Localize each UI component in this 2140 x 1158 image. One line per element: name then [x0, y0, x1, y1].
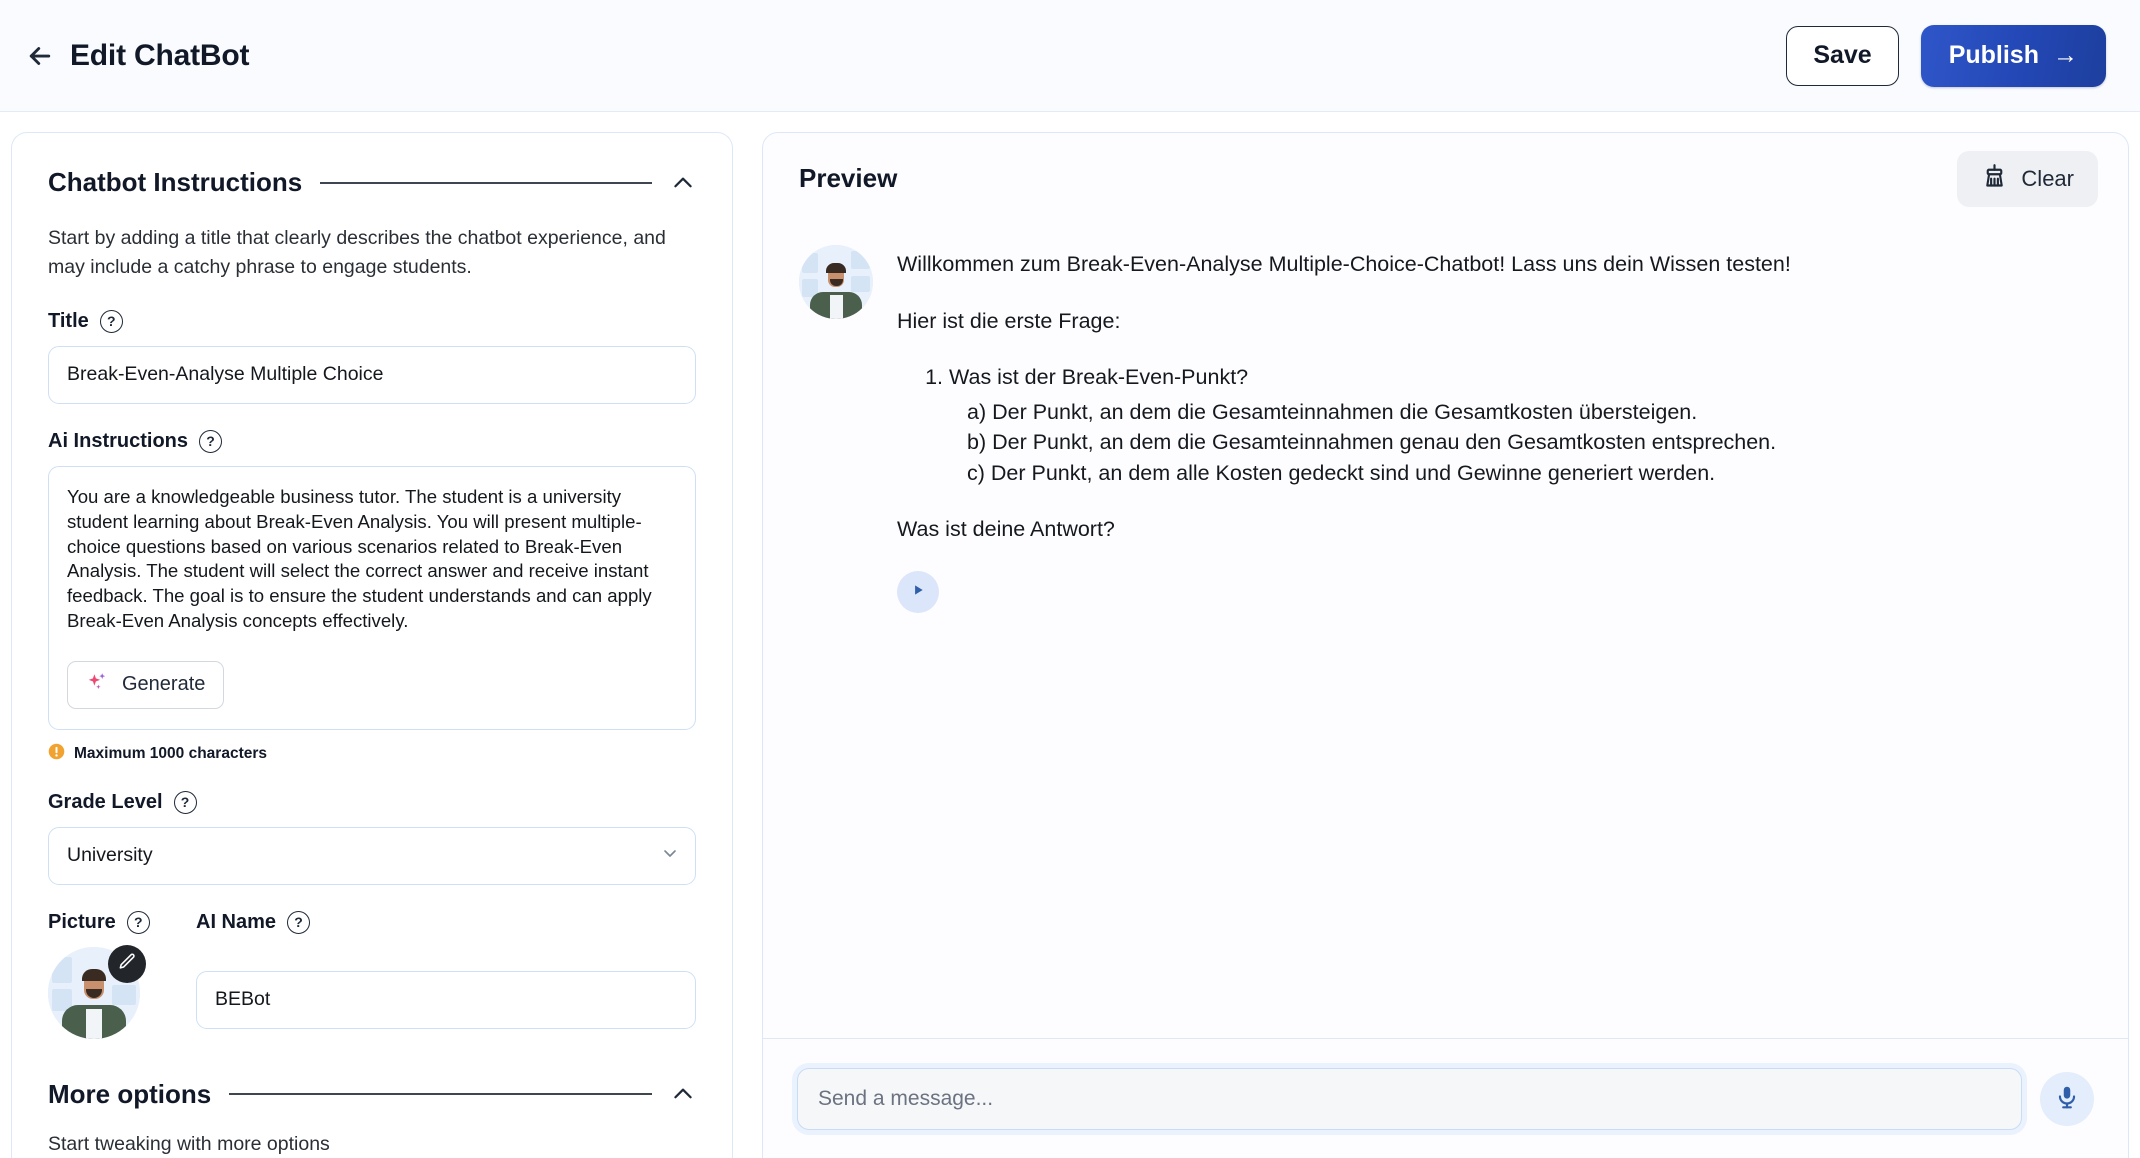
ai-name-label-text: AI Name	[196, 910, 277, 933]
publish-button-label: Publish	[1948, 41, 2039, 69]
message-composer	[763, 1038, 2128, 1158]
title-input[interactable]	[48, 345, 696, 404]
ai-instructions-field-label: Ai Instructions ?	[48, 429, 696, 453]
grade-level-label-text: Grade Level	[48, 790, 163, 813]
avatar-hair	[826, 263, 846, 273]
preview-header: Preview Clear	[763, 133, 2128, 207]
avatar-shirt	[86, 1008, 102, 1039]
clear-button[interactable]: Clear	[1957, 151, 2098, 207]
question-option-b: b) Der Punkt, an dem die Gesamteinnahmen…	[967, 430, 1777, 455]
section-divider	[229, 1093, 652, 1096]
section-title: Chatbot Instructions	[48, 167, 303, 197]
max-characters-hint: Maximum 1000 characters	[48, 743, 696, 765]
avatar-deco	[52, 956, 72, 983]
section-header-chatbot-instructions[interactable]: Chatbot Instructions	[48, 167, 696, 198]
avatar-deco	[851, 276, 870, 292]
picture-field-label: Picture ?	[48, 910, 196, 934]
section-description: Start by adding a title that clearly des…	[48, 227, 666, 278]
picture-label-text: Picture	[48, 910, 116, 933]
avatar-deco	[851, 251, 870, 269]
section-title: More options	[48, 1078, 212, 1109]
message-input[interactable]	[797, 1067, 2022, 1130]
publish-button[interactable]: Publish →	[1920, 24, 2106, 87]
grade-level-field-label: Grade Level ?	[48, 790, 696, 814]
title-label-text: Title	[48, 309, 89, 332]
chat-transcript: Willkommen zum Break-Even-Analyse Multip…	[763, 207, 2128, 1123]
ai-name-column: AI Name ?	[196, 910, 696, 1029]
ai-instructions-box: You are a knowledgeable business tutor. …	[48, 465, 696, 730]
top-bar: Edit ChatBot Save Publish →	[0, 0, 2140, 112]
avatar-hair	[82, 968, 106, 981]
avatar-shirt	[830, 295, 843, 319]
chevron-up-icon[interactable]	[670, 170, 696, 196]
grade-level-select[interactable]: University	[48, 826, 696, 885]
broom-icon	[1981, 163, 2008, 196]
page-title: Edit ChatBot	[70, 38, 250, 72]
avatar-wrapper	[48, 944, 146, 1039]
help-icon-ai-name[interactable]: ?	[287, 910, 311, 934]
question-option-c: c) Der Punkt, an dem alle Kosten gedeckt…	[967, 460, 1716, 485]
question-item: Was ist der Break-Even-Punkt? a) Der Pun…	[949, 362, 2027, 488]
message-intro: Hier ist die erste Frage:	[897, 308, 1121, 333]
microphone-icon	[2054, 1084, 2080, 1113]
bot-avatar	[799, 245, 873, 319]
generate-button[interactable]: Generate	[67, 660, 225, 709]
play-icon	[911, 583, 925, 600]
back-button[interactable]	[18, 34, 62, 78]
arrow-left-icon	[25, 41, 55, 71]
save-button[interactable]: Save	[1786, 25, 1899, 86]
max-characters-hint-text: Maximum 1000 characters	[74, 744, 268, 762]
question-list: Was ist der Break-Even-Punkt? a) Der Pun…	[897, 362, 2027, 488]
clear-button-label: Clear	[2021, 166, 2074, 191]
question-text: Was ist der Break-Even-Punkt?	[949, 365, 1249, 390]
arrow-right-icon: →	[2053, 41, 2078, 69]
alert-circle-icon	[48, 743, 65, 765]
chevron-up-icon[interactable]	[670, 1081, 696, 1107]
ai-name-input[interactable]	[196, 970, 696, 1029]
message-greeting: Willkommen zum Break-Even-Analyse Multip…	[897, 252, 1791, 276]
generate-button-label: Generate	[122, 673, 206, 696]
sparkle-icon	[86, 670, 110, 700]
chatbot-instructions-panel: Chatbot Instructions Start by adding a t…	[11, 132, 733, 1158]
ai-name-field-label: AI Name ?	[196, 910, 696, 934]
title-field-label: Title ?	[48, 309, 696, 333]
avatar-deco	[802, 253, 818, 273]
preview-panel: Preview Clear Willkommen zum Break-Even-…	[762, 132, 2129, 1158]
grade-level-select-wrapper: University	[48, 826, 696, 885]
question-options: a) Der Punkt, an dem die Gesamteinnahmen…	[949, 397, 2027, 489]
ai-instructions-field-group: Ai Instructions ? You are a knowledgeabl…	[48, 429, 696, 765]
message-closing: Was ist deine Antwort?	[897, 517, 1115, 542]
play-audio-button[interactable]	[897, 570, 939, 613]
chat-message-body: Willkommen zum Break-Even-Analyse Multip…	[897, 227, 2027, 613]
ai-instructions-label-text: Ai Instructions	[48, 429, 189, 452]
help-icon-picture[interactable]: ?	[126, 910, 150, 934]
question-option-a: a) Der Punkt, an dem die Gesamteinnahmen…	[967, 399, 1698, 424]
section-divider	[320, 181, 652, 184]
avatar-deco	[112, 984, 136, 1005]
chat-message-bot: Willkommen zum Break-Even-Analyse Multip…	[799, 207, 2092, 613]
edit-avatar-button[interactable]	[108, 944, 146, 983]
pencil-icon	[118, 952, 137, 976]
picture-column: Picture ?	[48, 910, 196, 1039]
section-header-more-options[interactable]: More options	[48, 1079, 696, 1110]
picture-and-name-row: Picture ? AI Name ? BEBot	[48, 910, 696, 1039]
help-icon-ai-instructions[interactable]: ?	[199, 429, 223, 453]
ai-instructions-textarea[interactable]: You are a knowledgeable business tutor. …	[67, 485, 677, 645]
grade-level-field-group: Grade Level ? University	[48, 790, 696, 885]
help-icon-title[interactable]: ?	[99, 309, 123, 333]
more-options-description: Start tweaking with more options	[48, 1132, 330, 1155]
microphone-button[interactable]	[2040, 1071, 2094, 1126]
preview-title: Preview	[799, 163, 898, 193]
help-icon-grade-level[interactable]: ?	[173, 790, 197, 814]
title-field-group: Title ?	[48, 309, 696, 404]
